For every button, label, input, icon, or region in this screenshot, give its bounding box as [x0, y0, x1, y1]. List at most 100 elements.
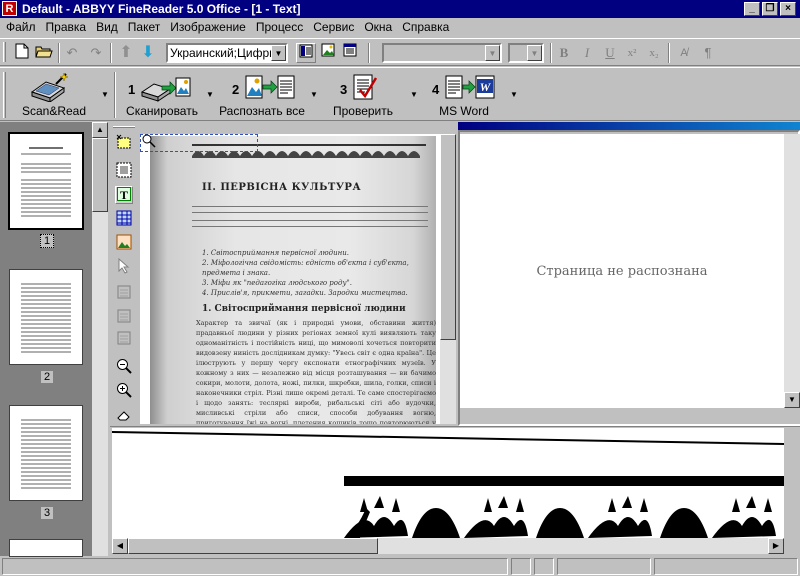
add-area-icon[interactable] [115, 284, 133, 302]
page-rule [192, 226, 428, 227]
page-view-icon[interactable] [296, 43, 316, 63]
image-view-icon[interactable] [318, 43, 338, 63]
new-document-icon[interactable] [12, 43, 32, 63]
arrow-up-icon[interactable]: ⬆ [116, 43, 136, 63]
page-thumbnail[interactable] [9, 539, 83, 557]
menu-edit[interactable]: Правка [41, 18, 92, 34]
menu-process[interactable]: Процесс [251, 18, 308, 34]
paragraph-marks-icon[interactable]: ¶ [698, 43, 718, 63]
text-pane-header [458, 122, 800, 130]
chevron-down-icon[interactable]: ▼ [485, 45, 500, 61]
menu-bar: Файл Правка Вид Пакет Изображение Процесс Серв… [0, 18, 800, 38]
redo-icon[interactable]: ↷ [86, 43, 106, 63]
picture-area-icon[interactable] [115, 234, 133, 252]
scan-button[interactable]: 1 Сканировать [124, 70, 200, 120]
toolbar-grip[interactable] [3, 72, 6, 118]
page-thumbnail[interactable] [9, 269, 83, 365]
chevron-down-icon[interactable]: ▼ [310, 90, 318, 99]
text-hscrollbar[interactable] [460, 408, 800, 424]
cut-area-icon[interactable] [115, 308, 133, 326]
menu-help[interactable]: Справка [397, 18, 454, 34]
font-size-combo[interactable]: ▼ [508, 43, 544, 63]
chevron-down-icon[interactable]: ▼ [206, 90, 214, 99]
scroll-up-icon[interactable]: ▲ [92, 122, 108, 138]
list-item: 3. Міфи як "педагогіка людського роду". [202, 279, 352, 287]
page-rule [192, 206, 428, 207]
page-thumbnail[interactable] [8, 132, 84, 230]
select-area-icon[interactable] [115, 134, 133, 152]
thumbnail-scrollbar[interactable]: ▲ [92, 122, 108, 556]
scroll-left-icon[interactable]: ◀ [112, 538, 128, 554]
zoom-in-icon[interactable] [115, 382, 133, 400]
underline-icon[interactable]: U [600, 43, 620, 63]
selection-rectangle[interactable] [140, 134, 258, 152]
check-label: Проверить [332, 104, 393, 118]
chevron-down-icon[interactable]: ▼ [527, 45, 542, 61]
page-thumbnail[interactable] [9, 405, 83, 501]
spell-check-icon[interactable]: A̸ [674, 43, 694, 63]
list-item: 4. Прислів'я, прикмети, загадки. Зародки… [202, 289, 408, 297]
minimize-button[interactable]: _ [744, 2, 760, 16]
table-area-icon[interactable] [115, 210, 133, 228]
zoom-pane[interactable] [112, 428, 784, 538]
scroll-thumb[interactable] [440, 134, 456, 340]
open-folder-icon[interactable] [34, 43, 54, 63]
chevron-down-icon[interactable]: ▼ [410, 90, 418, 99]
recognize-all-label: Распознать все [219, 104, 305, 118]
menu-service[interactable]: Сервис [308, 18, 359, 34]
status-cell [654, 558, 798, 575]
scroll-right-icon[interactable]: ▶ [768, 538, 784, 554]
language-combo[interactable]: Украинский;Цифры ▼ [166, 43, 288, 63]
chevron-down-icon[interactable]: ▼ [101, 90, 109, 99]
close-button[interactable]: × [780, 2, 796, 16]
menu-file[interactable]: Файл [0, 18, 41, 34]
recognize-all-button[interactable]: 2 Распознать все [218, 70, 306, 120]
undo-icon[interactable]: ↶ [62, 43, 82, 63]
page-list: 1. Світосприймання первісної людини. 2. … [202, 248, 434, 298]
toolbar-grip[interactable] [3, 42, 6, 62]
scroll-thumb[interactable] [92, 138, 108, 212]
menu-view[interactable]: Вид [91, 18, 123, 34]
app-logo-icon[interactable]: R [2, 1, 17, 16]
scanner-wand-icon [28, 72, 70, 105]
text-scrollbar[interactable]: ▼ [784, 134, 800, 408]
subscript-icon[interactable]: x₂ [644, 43, 664, 63]
scanned-page-image[interactable]: II. ПЕРВІСНА КУЛЬТУРА 1. Світосприймання… [150, 136, 436, 424]
scroll-thumb[interactable] [128, 538, 378, 554]
check-button[interactable]: 3 Проверить [330, 70, 396, 120]
eraser-icon[interactable] [115, 408, 133, 426]
restore-button[interactable]: ❐ [762, 2, 778, 16]
svg-text:T: T [120, 188, 128, 201]
scroll-corner [784, 538, 800, 554]
thumbnail-image [15, 139, 77, 223]
pointer-icon[interactable] [115, 257, 133, 276]
recognize-icon [244, 72, 296, 105]
ms-word-button[interactable]: 4 W MS Word [428, 70, 500, 120]
menu-batch[interactable]: Пакет [123, 18, 165, 34]
thumbnail-page-number: 2 [40, 370, 54, 384]
zoom-out-icon[interactable] [115, 358, 133, 376]
zoom-hscrollbar[interactable]: ◀ ▶ [112, 538, 800, 554]
text-view-icon[interactable] [340, 43, 360, 63]
text-area-icon[interactable]: T [115, 186, 133, 204]
bold-icon[interactable]: B [554, 43, 574, 63]
font-combo[interactable]: ▼ [382, 43, 502, 63]
menu-windows[interactable]: Окна [359, 18, 397, 34]
superscript-icon[interactable]: x² [622, 43, 642, 63]
recognition-area-icon[interactable] [115, 162, 133, 180]
scroll-down-icon[interactable]: ▼ [784, 392, 800, 408]
toolbar-grip[interactable] [113, 126, 135, 128]
word-export-icon: W [444, 72, 496, 105]
italic-icon[interactable]: I [577, 43, 597, 63]
order-areas-icon[interactable] [115, 330, 133, 348]
menu-image[interactable]: Изображение [165, 18, 251, 34]
ms-word-label: MS Word [439, 104, 489, 118]
zoom-vscrollbar[interactable] [784, 428, 800, 538]
arrow-down-icon[interactable]: ⬇ [138, 43, 158, 63]
chevron-down-icon[interactable]: ▼ [271, 45, 286, 61]
scan-read-button[interactable]: Scan&Read [18, 70, 90, 120]
chevron-down-icon[interactable]: ▼ [510, 90, 518, 99]
toolbar-separator [368, 43, 370, 63]
text-pane[interactable]: Страница не распознана [460, 134, 784, 408]
image-scrollbar[interactable] [440, 134, 456, 424]
